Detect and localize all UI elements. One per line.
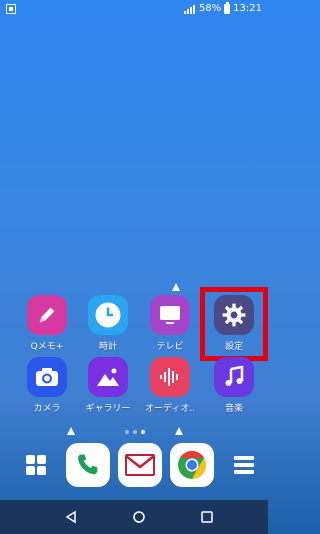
app-label: 音楽 xyxy=(224,404,243,414)
clock-icon xyxy=(88,295,128,335)
status-right: 58% 13:21 xyxy=(183,0,262,18)
tv-icon xyxy=(150,295,190,335)
app-label: 時計 xyxy=(98,342,117,352)
back-icon xyxy=(65,510,76,524)
wallpaper-mark xyxy=(175,427,183,435)
app-label: カメラ xyxy=(33,404,61,414)
app-label: ギャラリー xyxy=(85,404,131,414)
page-dot xyxy=(133,430,137,434)
battery-percent: 58% xyxy=(198,3,222,14)
pencil-icon xyxy=(27,295,67,335)
app-clock[interactable]: 時計 xyxy=(79,295,137,355)
menu-icon xyxy=(234,456,254,474)
recents-button[interactable] xyxy=(196,506,218,528)
music-note-icon xyxy=(214,357,254,397)
app-qmemo[interactable]: Qメモ+ xyxy=(18,295,76,355)
page-dot xyxy=(125,430,129,434)
mail-icon xyxy=(125,454,155,476)
status-bar: 58% 13:21 xyxy=(0,0,268,18)
notification-icon xyxy=(6,4,16,14)
camera-icon xyxy=(27,357,67,397)
dock-menu[interactable] xyxy=(222,443,266,487)
app-audio[interactable]: オーディオ.. xyxy=(141,357,199,417)
dock-chrome[interactable] xyxy=(170,443,214,487)
app-music[interactable]: 音楽 xyxy=(205,357,263,417)
home-screen: 58% 13:21 Qメモ+ 時計 テレビ 設定 カメラ ギャラリー オーディオ… xyxy=(0,0,268,534)
home-icon xyxy=(133,511,145,523)
wallpaper-mark xyxy=(172,283,180,291)
wallpaper-mark xyxy=(67,427,75,435)
settings-highlight-box xyxy=(200,287,268,361)
navigation-bar xyxy=(0,500,268,534)
phone-icon xyxy=(78,454,98,475)
audio-wave-icon xyxy=(150,357,190,397)
recents-icon xyxy=(201,511,213,523)
battery-icon xyxy=(224,2,231,14)
gallery-icon xyxy=(88,357,128,397)
app-gallery[interactable]: ギャラリー xyxy=(79,357,137,417)
app-label: テレビ xyxy=(156,342,184,352)
signal-icon xyxy=(183,4,196,14)
home-button[interactable] xyxy=(128,506,150,528)
app-label: オーディオ.. xyxy=(144,404,196,414)
app-drawer-button[interactable] xyxy=(14,443,58,487)
app-grid-icon xyxy=(26,455,46,475)
app-label: Qメモ+ xyxy=(30,342,64,352)
dock-phone[interactable] xyxy=(66,443,110,487)
app-tv[interactable]: テレビ xyxy=(141,295,199,355)
page-indicator[interactable] xyxy=(125,430,145,434)
clock-time: 13:21 xyxy=(233,3,262,14)
back-button[interactable] xyxy=(60,506,82,528)
page-dot-active xyxy=(141,430,145,434)
dock-mail[interactable] xyxy=(118,443,162,487)
app-camera[interactable]: カメラ xyxy=(18,357,76,417)
chrome-icon xyxy=(178,451,206,479)
